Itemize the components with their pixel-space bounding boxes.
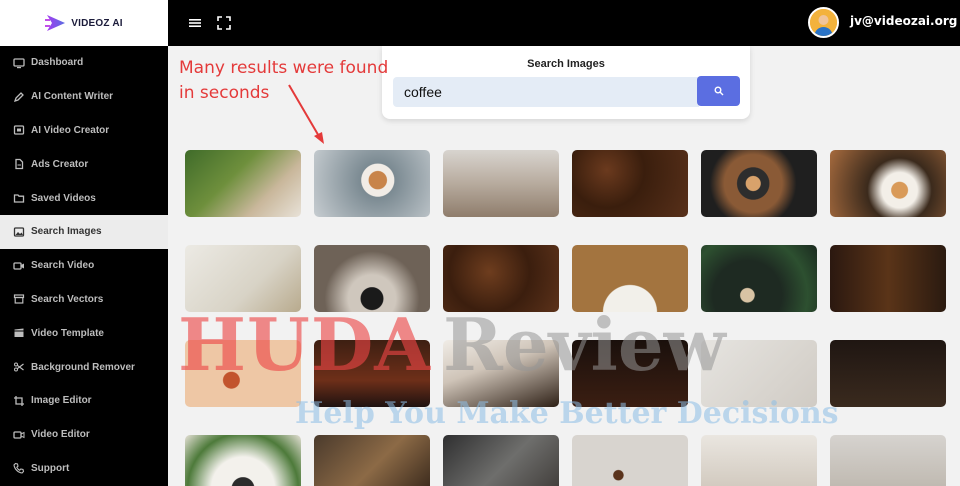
image-icon bbox=[13, 227, 25, 237]
fullscreen-icon[interactable] bbox=[216, 15, 232, 31]
sidebar-item-background-remover[interactable]: Background Remover bbox=[0, 350, 168, 384]
result-image[interactable] bbox=[314, 150, 430, 217]
result-image[interactable] bbox=[701, 150, 817, 217]
result-image[interactable] bbox=[572, 150, 688, 217]
film-icon bbox=[13, 125, 25, 136]
annotation-arrow-icon bbox=[288, 84, 324, 144]
result-image[interactable] bbox=[830, 340, 946, 407]
menu-icon[interactable] bbox=[187, 15, 203, 31]
sidebar-item-label: Video Template bbox=[31, 327, 104, 339]
sidebar-item-label: Search Video bbox=[31, 260, 95, 272]
clapper-icon bbox=[14, 328, 24, 338]
sidebar-item-ai-content-writer[interactable]: AI Content Writer bbox=[0, 80, 168, 114]
result-image[interactable] bbox=[443, 435, 559, 486]
user-email[interactable]: jv@videozai.org bbox=[850, 14, 957, 28]
sidebar-item-label: Ads Creator bbox=[31, 158, 89, 170]
crop-icon bbox=[14, 395, 24, 406]
search-icon bbox=[714, 86, 723, 96]
search-title: Search Images bbox=[527, 58, 605, 70]
result-image[interactable] bbox=[185, 435, 301, 486]
user-avatar-icon bbox=[810, 9, 837, 36]
search-button[interactable] bbox=[697, 76, 740, 106]
result-image[interactable] bbox=[314, 435, 430, 486]
folder-icon bbox=[13, 194, 25, 203]
sidebar-item-label: AI Content Writer bbox=[31, 91, 114, 103]
sidebar-item-dashboard[interactable]: Dashboard bbox=[0, 46, 168, 80]
sidebar-item-image-editor[interactable]: Image Editor bbox=[0, 384, 168, 418]
sidebar-item-search-video[interactable]: Search Video bbox=[0, 249, 168, 283]
sidebar-item-label: AI Video Creator bbox=[31, 124, 110, 136]
result-image[interactable] bbox=[443, 150, 559, 217]
sidebar-item-label: Search Vectors bbox=[31, 293, 104, 305]
topbar: jv@videozai.org bbox=[168, 0, 960, 46]
sidebar-item-label: Support bbox=[31, 462, 70, 474]
watermark-brand-suffix: Review bbox=[443, 302, 726, 387]
result-image[interactable] bbox=[185, 150, 301, 217]
sidebar-nav: Dashboard AI Content Writer AI Video Creat… bbox=[0, 46, 168, 485]
video-icon bbox=[13, 262, 24, 270]
monitor-icon bbox=[13, 58, 25, 69]
result-image[interactable] bbox=[701, 435, 817, 486]
sidebar-item-video-editor[interactable]: Video Editor bbox=[0, 418, 168, 452]
document-icon bbox=[15, 159, 24, 170]
logo[interactable]: VIDEOZ AI bbox=[0, 0, 168, 46]
result-image[interactable] bbox=[830, 245, 946, 312]
sidebar-item-search-images[interactable]: Search Images bbox=[0, 214, 168, 249]
sidebar-item-search-vectors[interactable]: Search Vectors bbox=[0, 283, 168, 317]
sidebar-item-ai-video-creator[interactable]: AI Video Creator bbox=[0, 114, 168, 148]
sidebar-item-support[interactable]: Support bbox=[0, 452, 168, 486]
logo-mark-icon bbox=[45, 15, 66, 31]
sidebar: VIDEOZ AI Dashboard AI Content Writer AI V… bbox=[0, 0, 168, 486]
search-input[interactable] bbox=[393, 77, 699, 107]
result-image[interactable] bbox=[572, 435, 688, 486]
phone-icon bbox=[13, 463, 25, 475]
archive-icon bbox=[13, 294, 25, 305]
sidebar-item-video-template[interactable]: Video Template bbox=[0, 316, 168, 350]
sidebar-item-label: Background Remover bbox=[31, 361, 135, 373]
annotation-line-1: Many results were found bbox=[179, 58, 389, 78]
sidebar-item-label: Search Images bbox=[31, 226, 102, 238]
sidebar-item-label: Video Editor bbox=[31, 429, 90, 441]
avatar[interactable] bbox=[808, 7, 839, 38]
watermark-brand: HUDA bbox=[178, 302, 432, 387]
result-image[interactable] bbox=[830, 435, 946, 486]
sidebar-item-label: Saved Videos bbox=[31, 192, 96, 204]
sidebar-item-saved-videos[interactable]: Saved Videos bbox=[0, 181, 168, 215]
video-edit-icon bbox=[13, 431, 25, 439]
logo-text: VIDEOZ AI bbox=[71, 17, 123, 29]
sidebar-item-label: Dashboard bbox=[31, 57, 84, 69]
pen-icon bbox=[13, 91, 24, 102]
search-panel: Search Images bbox=[382, 46, 750, 119]
result-image[interactable] bbox=[830, 150, 946, 217]
watermark-tagline: Help You Make Better Decisions bbox=[295, 396, 839, 431]
sidebar-item-label: Image Editor bbox=[31, 395, 92, 407]
scissors-icon bbox=[14, 362, 24, 372]
sidebar-item-ads-creator[interactable]: Ads Creator bbox=[0, 147, 168, 181]
